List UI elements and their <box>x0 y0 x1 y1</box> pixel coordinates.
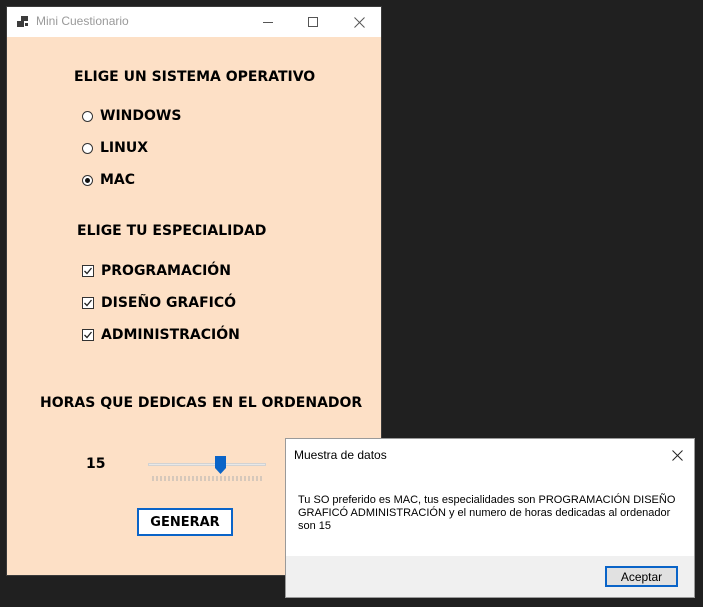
message-dialog: Muestra de datos Tu SO preferido es MAC,… <box>285 438 695 598</box>
checkbox-label: ADMINISTRACIÓN <box>101 327 240 343</box>
close-icon <box>353 16 365 28</box>
specialty-heading: ELIGE TU ESPECIALIDAD <box>77 223 267 239</box>
dialog-title: Muestra de datos <box>294 448 387 462</box>
checkbox[interactable] <box>82 297 94 309</box>
radio-label: WINDOWS <box>100 108 182 124</box>
checkbox[interactable] <box>82 265 94 277</box>
hours-slider[interactable] <box>148 456 268 486</box>
checkbox-administracion[interactable]: ADMINISTRACIÓN <box>82 327 240 343</box>
title-bar[interactable]: Mini Cuestionario <box>7 7 381 37</box>
radio-button[interactable] <box>82 142 93 154</box>
checkbox-programacion[interactable]: PROGRAMACIÓN <box>82 263 231 279</box>
os-heading: ELIGE UN SISTEMA OPERATIVO <box>74 69 316 85</box>
dialog-message: Tu SO preferido es MAC, tus especialidad… <box>298 494 676 532</box>
slider-ticks <box>152 476 262 481</box>
radio-button-selected[interactable] <box>82 174 93 186</box>
radio-label: LINUX <box>100 140 149 156</box>
hours-value-label: 15 <box>86 456 106 472</box>
window-title: Mini Cuestionario <box>36 14 129 28</box>
minimize-button[interactable] <box>245 7 291 37</box>
radio-label: MAC <box>100 172 136 188</box>
close-icon <box>671 449 683 461</box>
checkmark-icon <box>84 331 93 339</box>
checkmark-icon <box>84 299 93 307</box>
maximize-icon <box>307 16 318 27</box>
close-button[interactable] <box>336 7 382 37</box>
checkbox[interactable] <box>82 329 94 341</box>
maximize-button[interactable] <box>290 7 336 37</box>
checkbox-label: DISEÑO GRAFICÓ <box>101 295 237 311</box>
hours-heading: HORAS QUE DEDICAS EN EL ORDENADOR <box>40 395 363 411</box>
checkbox-label: PROGRAMACIÓN <box>101 263 231 279</box>
checkbox-diseno-grafico[interactable]: DISEÑO GRAFICÓ <box>82 295 236 311</box>
radio-windows[interactable]: WINDOWS <box>82 108 181 124</box>
accept-button[interactable]: Aceptar <box>605 566 678 587</box>
slider-track[interactable] <box>148 463 266 466</box>
generate-button[interactable]: GENERAR <box>137 508 233 536</box>
dialog-close-button[interactable] <box>664 444 690 466</box>
slider-thumb[interactable] <box>215 456 226 474</box>
dialog-footer: Aceptar <box>286 556 694 597</box>
radio-linux[interactable]: LINUX <box>82 140 148 156</box>
checkmark-icon <box>84 267 93 275</box>
minimize-icon <box>262 21 273 23</box>
app-icon <box>17 16 28 27</box>
radio-mac[interactable]: MAC <box>82 172 135 188</box>
radio-button[interactable] <box>82 110 93 122</box>
